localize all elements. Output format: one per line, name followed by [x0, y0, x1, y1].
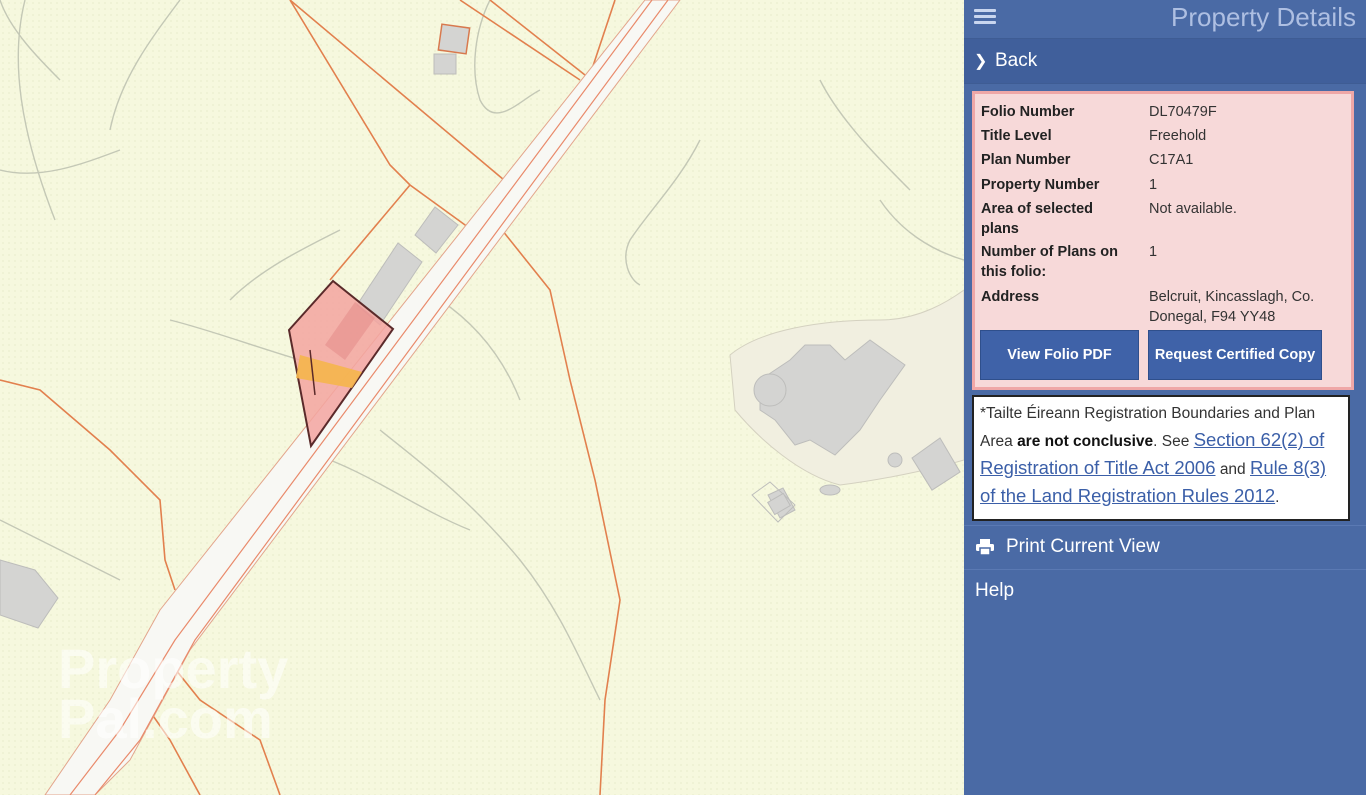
print-label: Print Current View: [1006, 536, 1160, 557]
request-certified-copy-button[interactable]: Request Certified Copy: [1148, 330, 1322, 380]
map-canvas[interactable]: Property Pal.com: [0, 0, 964, 795]
note-and: and: [1219, 461, 1246, 478]
detail-key: Plan Number: [981, 152, 1071, 168]
svg-text:Pal.com: Pal.com: [58, 687, 273, 750]
detail-key: Folio Number: [981, 104, 1075, 120]
watermark: Property Pal.com: [58, 637, 288, 750]
chevron-right-icon: ❯: [974, 53, 988, 70]
detail-value: 1: [1149, 177, 1158, 193]
detail-value: Not available.: [1149, 201, 1237, 217]
detail-key: Property Number: [981, 177, 1100, 193]
detail-value: Freehold: [1149, 128, 1207, 144]
detail-value: C17A1: [1149, 152, 1194, 168]
detail-key: Area of selected plans: [981, 201, 1094, 237]
print-current-view-button[interactable]: Print Current View: [964, 525, 1366, 568]
printer-icon: [976, 539, 994, 556]
back-button[interactable]: ❯ Back: [964, 38, 1366, 84]
note-end: .: [1275, 489, 1280, 506]
help-button[interactable]: Help: [964, 569, 1366, 612]
view-folio-pdf-button[interactable]: View Folio PDF: [980, 330, 1139, 380]
detail-value: DL70479F: [1149, 104, 1217, 120]
panel-header: Property Details: [964, 0, 1366, 38]
note-bold: are not conclusive: [1017, 433, 1154, 450]
note-mid: . See: [1153, 433, 1190, 450]
disclaimer-note: *Tailte Éireann Registration Boundaries …: [972, 395, 1350, 521]
folio-details-card: Folio Number DL70479F Title Level Freeho…: [972, 91, 1354, 390]
help-label: Help: [975, 580, 1015, 601]
panel-title: Property Details: [1171, 2, 1356, 32]
map-view[interactable]: Property Pal.com: [0, 0, 964, 795]
property-details-panel: Property Details ❯ Back Folio Number DL7…: [964, 0, 1366, 795]
detail-key: Title Level: [981, 128, 1052, 144]
detail-value: Belcruit, Kincasslagh, Co. Donegal, F94 …: [1149, 289, 1315, 325]
back-label: Back: [995, 50, 1038, 71]
detail-key: Address: [981, 289, 1040, 305]
hamburger-menu-icon[interactable]: [974, 6, 996, 28]
detail-value: 1: [1149, 244, 1158, 260]
detail-key: Number of Plans on this folio:: [981, 244, 1118, 280]
